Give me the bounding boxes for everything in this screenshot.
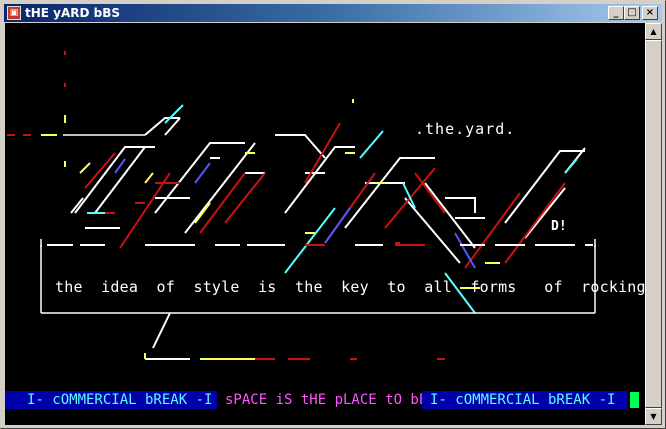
minimize-button[interactable]: _: [608, 6, 624, 20]
status-left-label: I- cOMMERCIAL bREAK -I: [5, 391, 217, 409]
scroll-up-arrow-icon[interactable]: ▲: [645, 23, 662, 40]
scroll-down-arrow-icon[interactable]: ▼: [645, 408, 662, 425]
bbs-window: ▣ tHE yARD bBS _ □ × .the.yard. D! the i…: [0, 0, 666, 429]
close-button[interactable]: ×: [642, 6, 658, 20]
status-bar: I- cOMMERCIAL bREAK -I sPACE iS tHE pLAC…: [5, 391, 645, 409]
artist-tag: D!: [551, 219, 567, 234]
status-right-label: I- cOMMERCIAL bREAK -I: [422, 391, 628, 409]
terminal-screen[interactable]: .the.yard. D! the idea of style is the k…: [5, 23, 645, 425]
vertical-scrollbar[interactable]: ▲ ▼: [645, 23, 662, 425]
terminal-app-icon[interactable]: ▣: [7, 6, 21, 20]
ansi-logo-art: [7, 51, 596, 360]
slogan-text: the idea of style is the key to all form…: [55, 278, 645, 296]
status-middle-label: sPACE iS tHE pLACE tO bE: [225, 392, 428, 408]
window-title: tHE yARD bBS: [25, 6, 121, 20]
title-bar[interactable]: ▣ tHE yARD bBS _ □ ×: [4, 4, 662, 22]
maximize-button[interactable]: □: [624, 6, 640, 20]
bbs-header-text: .the.yard.: [415, 120, 516, 138]
terminal-cursor: [630, 392, 639, 408]
scroll-thumb[interactable]: [645, 40, 662, 408]
